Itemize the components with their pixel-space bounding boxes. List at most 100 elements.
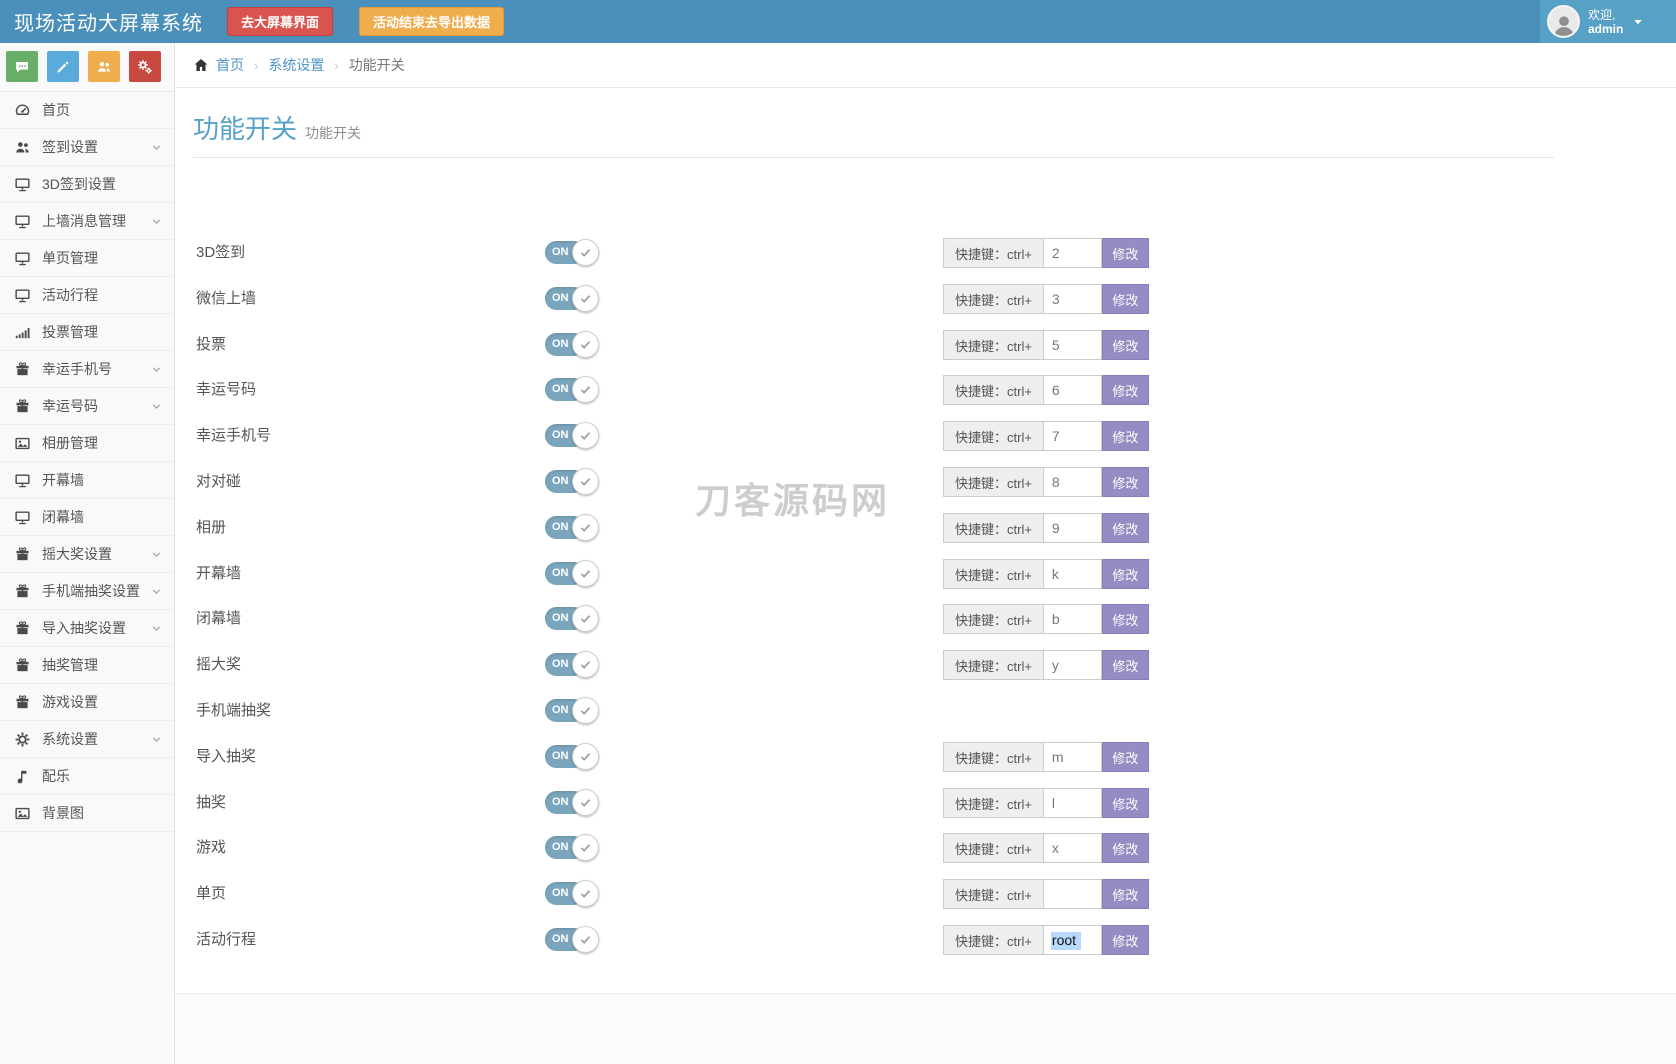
toggle-lucky-number[interactable]: ON [545, 378, 585, 401]
sidebar-item-music[interactable]: 配乐 [0, 758, 174, 795]
feature-label: 抽奖 [196, 788, 226, 818]
shortcut-prefix: 快捷键：ctrl+ [943, 238, 1044, 268]
breadcrumb-separator: › [254, 58, 258, 73]
shortcut-input[interactable] [1044, 421, 1102, 451]
sidebar-item-import-lottery[interactable]: 导入抽奖设置 [0, 610, 174, 647]
sidebar-item-3d-checkin[interactable]: 3D签到设置 [0, 166, 174, 203]
sidebar-item-opening-wall[interactable]: 开幕墙 [0, 462, 174, 499]
breadcrumb-section[interactable]: 系统设置 [268, 55, 324, 75]
sidebar-item-vote-mgmt[interactable]: 投票管理 [0, 314, 174, 351]
gears-icon[interactable] [129, 51, 161, 82]
toggle-lottery[interactable]: ON [545, 791, 585, 814]
toggle-match[interactable]: ON [545, 470, 585, 493]
sidebar-item-label: 3D签到设置 [42, 174, 116, 194]
shortcut-input[interactable] [1044, 330, 1102, 360]
go-bigscreen-button[interactable]: 去大屏幕界面 [227, 7, 333, 36]
export-data-button[interactable]: 活动结束去导出数据 [359, 7, 504, 36]
sidebar-item-album-mgmt[interactable]: 相册管理 [0, 425, 174, 462]
toggle-vote[interactable]: ON [545, 333, 585, 356]
modify-button[interactable]: 修改 [1102, 284, 1149, 314]
toggle-import-lottery[interactable]: ON [545, 745, 585, 768]
sidebar-item-system-settings[interactable]: 系统设置 [0, 721, 174, 758]
shortcut-input[interactable] [1044, 284, 1102, 314]
feature-row: 游戏 ON 快捷键：ctrl+修改 [175, 833, 1676, 863]
feature-row: 开幕墙 ON 快捷键：ctrl+修改 [175, 559, 1676, 589]
sidebar-item-shake-prize[interactable]: 摇大奖设置 [0, 536, 174, 573]
modify-button[interactable]: 修改 [1102, 925, 1149, 955]
modify-button[interactable]: 修改 [1102, 742, 1149, 772]
music-icon [14, 768, 31, 785]
users-icon [14, 139, 31, 156]
shortcut-input[interactable] [1044, 467, 1102, 497]
chat-icon[interactable] [6, 51, 38, 82]
shortcut-input[interactable] [1044, 513, 1102, 543]
sidebar-item-game-settings[interactable]: 游戏设置 [0, 684, 174, 721]
sidebar-item-singlepage-mgmt[interactable]: 单页管理 [0, 240, 174, 277]
modify-button[interactable]: 修改 [1102, 650, 1149, 680]
shortcut-group: 快捷键：ctrl+ 修改 [943, 238, 1149, 268]
modify-button[interactable]: 修改 [1102, 467, 1149, 497]
gift-icon [14, 694, 31, 711]
users-icon[interactable] [88, 51, 120, 82]
caret-down-icon [1632, 16, 1644, 28]
shortcut-prefix: 快捷键：ctrl+ [943, 879, 1044, 909]
feature-label: 投票 [196, 330, 226, 360]
avatar [1547, 5, 1580, 38]
shortcut-prefix: 快捷键：ctrl+ [943, 467, 1044, 497]
toggle-closing-wall[interactable]: ON [545, 607, 585, 630]
toggle-album[interactable]: ON [545, 516, 585, 539]
sidebar-item-lucky-phone[interactable]: 幸运手机号 [0, 351, 174, 388]
sidebar-item-lucky-number[interactable]: 幸运号码 [0, 388, 174, 425]
shortcut-input[interactable] [1044, 788, 1102, 818]
feature-label: 3D签到 [196, 238, 245, 268]
sidebar-item-mobile-lottery[interactable]: 手机端抽奖设置 [0, 573, 174, 610]
sidebar-item-closing-wall[interactable]: 闭幕墙 [0, 499, 174, 536]
modify-button[interactable]: 修改 [1102, 330, 1149, 360]
toggle-wechat-wall[interactable]: ON [545, 287, 585, 310]
welcome-text: 欢迎, admin [1588, 8, 1623, 36]
sidebar-item-lottery-mgmt[interactable]: 抽奖管理 [0, 647, 174, 684]
page-header: 功能开关功能开关 [193, 109, 1554, 158]
feature-row: 闭幕墙 ON 快捷键：ctrl+修改 [175, 604, 1676, 634]
shortcut-group: 快捷键：ctrl+ 修改 [943, 467, 1149, 497]
shortcut-prefix: 快捷键：ctrl+ [943, 788, 1044, 818]
shortcut-input[interactable] [1044, 742, 1102, 772]
modify-button[interactable]: 修改 [1102, 238, 1149, 268]
toggle-singlepage[interactable]: ON [545, 882, 585, 905]
modify-button[interactable]: 修改 [1102, 604, 1149, 634]
shortcut-input[interactable] [1044, 375, 1102, 405]
toggle-mobile-lottery[interactable]: ON [545, 699, 585, 722]
breadcrumb-home[interactable]: 首页 [216, 55, 244, 75]
modify-button[interactable]: 修改 [1102, 421, 1149, 451]
sidebar-item-event-schedule[interactable]: 活动行程 [0, 277, 174, 314]
pencil-icon[interactable] [47, 51, 79, 82]
shortcut-input[interactable] [1044, 559, 1102, 589]
modify-button[interactable]: 修改 [1102, 513, 1149, 543]
modify-button[interactable]: 修改 [1102, 879, 1149, 909]
sidebar-item-wall-messages[interactable]: 上墙消息管理 [0, 203, 174, 240]
shortcut-input[interactable] [1044, 879, 1102, 909]
toggle-game[interactable]: ON [545, 836, 585, 859]
shortcut-input[interactable] [1044, 833, 1102, 863]
sidebar-item-background[interactable]: 背景图 [0, 795, 174, 832]
shortcut-input[interactable] [1044, 650, 1102, 680]
shortcut-input[interactable] [1044, 238, 1102, 268]
toggle-event-schedule[interactable]: ON [545, 928, 585, 951]
toggle-shake-prize[interactable]: ON [545, 653, 585, 676]
sidebar-item-home[interactable]: 首页 [0, 92, 174, 129]
user-menu[interactable]: 欢迎, admin [1540, 0, 1676, 43]
modify-button[interactable]: 修改 [1102, 788, 1149, 818]
shortcut-input[interactable] [1044, 604, 1102, 634]
toggle-opening-wall[interactable]: ON [545, 562, 585, 585]
chevron-down-icon [151, 364, 162, 375]
check-icon [572, 239, 599, 266]
toggle-3d-checkin[interactable]: ON [545, 241, 585, 264]
modify-button[interactable]: 修改 [1102, 375, 1149, 405]
modify-button[interactable]: 修改 [1102, 559, 1149, 589]
shortcut-input[interactable] [1044, 925, 1102, 955]
modify-button[interactable]: 修改 [1102, 833, 1149, 863]
sidebar-item-checkin-settings[interactable]: 签到设置 [0, 129, 174, 166]
toggle-lucky-phone[interactable]: ON [545, 424, 585, 447]
shortcut-group: 快捷键：ctrl+修改 [943, 513, 1149, 543]
feature-label: 单页 [196, 879, 226, 909]
